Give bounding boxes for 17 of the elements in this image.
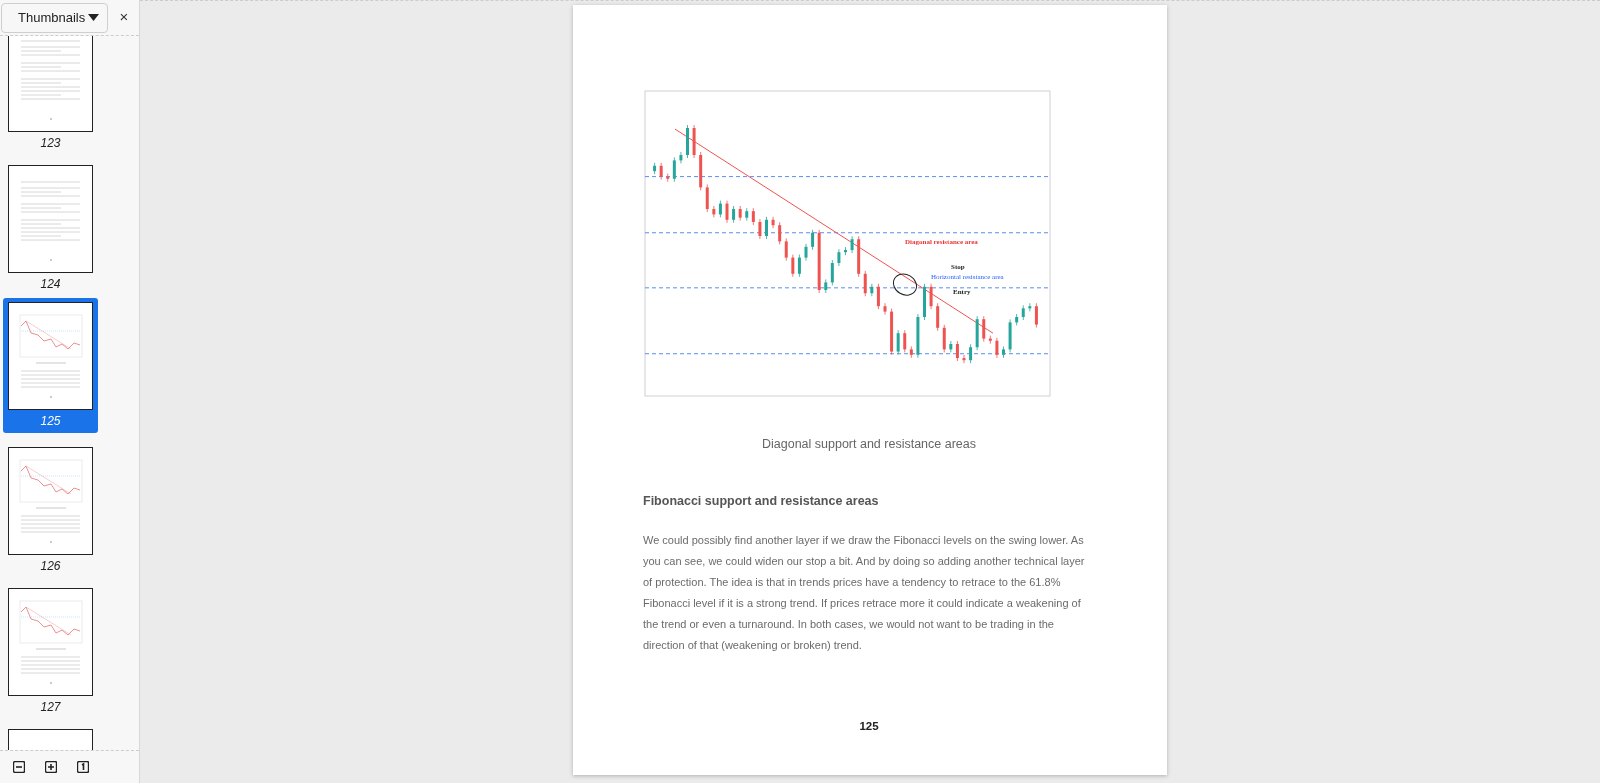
page-number-label: 127: [40, 699, 61, 716]
page-number-label: 126: [40, 558, 61, 575]
page-thumbnail[interactable]: 125: [3, 298, 98, 433]
zoom-in-icon[interactable]: [43, 759, 59, 775]
page-number-label: 125: [40, 413, 61, 430]
page-number: 125: [859, 718, 879, 734]
actual-size-icon[interactable]: [75, 759, 91, 775]
section-heading: Fibonacci support and resistance areas: [643, 492, 880, 510]
zoom-out-icon[interactable]: [11, 759, 27, 775]
page-number-label: 124: [40, 276, 61, 293]
body-paragraph: We could possibly find another layer if we draw the Fibonacci levels on the swing lower. As you can see, we could widen our stop a bit. And by doing so adding another technical layer of protection. The idea is that in trends prices have a tendency to retrace to the 61.8% Fibonacci level if it is a strong trend. If prices retrace more it could indicate a weakening of the trend or even a turnaround. In both cases, we would not want to be trading in the direction of that (weakening or broken) trend.: [643, 532, 1086, 653]
page-number-label: 123: [40, 135, 61, 152]
ellipse-marker: [893, 273, 917, 296]
caret-icon: [88, 14, 99, 21]
close-button[interactable]: ×: [112, 5, 136, 30]
figure-caption: Diagonal support and resistance areas: [761, 436, 977, 453]
view-selector-dropdown[interactable]: Thumbnails: [1, 2, 108, 33]
